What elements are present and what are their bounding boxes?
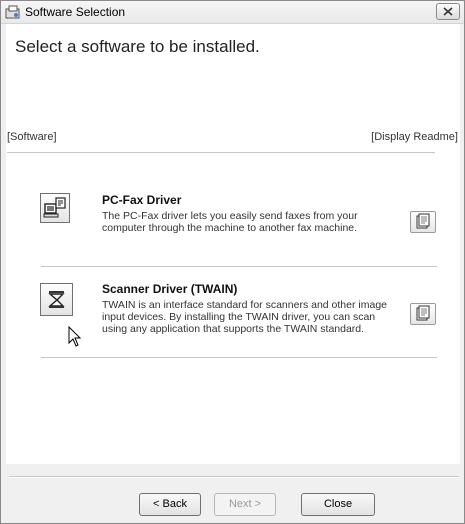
title-bar: Software Selection xyxy=(1,1,464,24)
scanner-icon xyxy=(48,291,65,308)
window-title: Software Selection xyxy=(25,5,126,19)
close-window-button[interactable] xyxy=(436,3,460,20)
install-scanner-driver-button[interactable] xyxy=(40,283,73,316)
installer-app-icon xyxy=(5,5,20,19)
footer-divider xyxy=(9,476,459,478)
document-icon xyxy=(416,213,430,229)
scanner-readme-button[interactable] xyxy=(410,303,436,325)
software-selection-window: Software Selection Select a software to … xyxy=(0,0,465,524)
software-column-label: [Software] xyxy=(7,131,57,143)
header-divider xyxy=(7,152,435,154)
pc-fax-driver-title: PC-Fax Driver xyxy=(102,193,182,207)
content-panel xyxy=(6,24,460,464)
close-icon xyxy=(443,7,453,16)
install-pc-fax-button[interactable] xyxy=(40,193,70,223)
scanner-driver-description: TWAIN is an interface standard for scann… xyxy=(102,299,387,335)
document-icon xyxy=(416,305,430,321)
mouse-pointer-icon xyxy=(68,326,82,347)
pc-fax-readme-button[interactable] xyxy=(410,211,436,233)
back-button[interactable]: < Back xyxy=(139,493,201,516)
display-readme-column-label: [Display Readme] xyxy=(371,131,458,143)
item-divider xyxy=(41,266,437,268)
page-title: Select a software to be installed. xyxy=(15,37,260,56)
close-button[interactable]: Close xyxy=(301,493,375,516)
fax-computer-icon xyxy=(43,197,66,218)
item-divider xyxy=(41,357,437,359)
scanner-driver-title: Scanner Driver (TWAIN) xyxy=(102,282,238,296)
next-button[interactable]: Next > xyxy=(214,493,276,516)
pc-fax-driver-description: The PC-Fax driver lets you easily send f… xyxy=(102,210,358,234)
